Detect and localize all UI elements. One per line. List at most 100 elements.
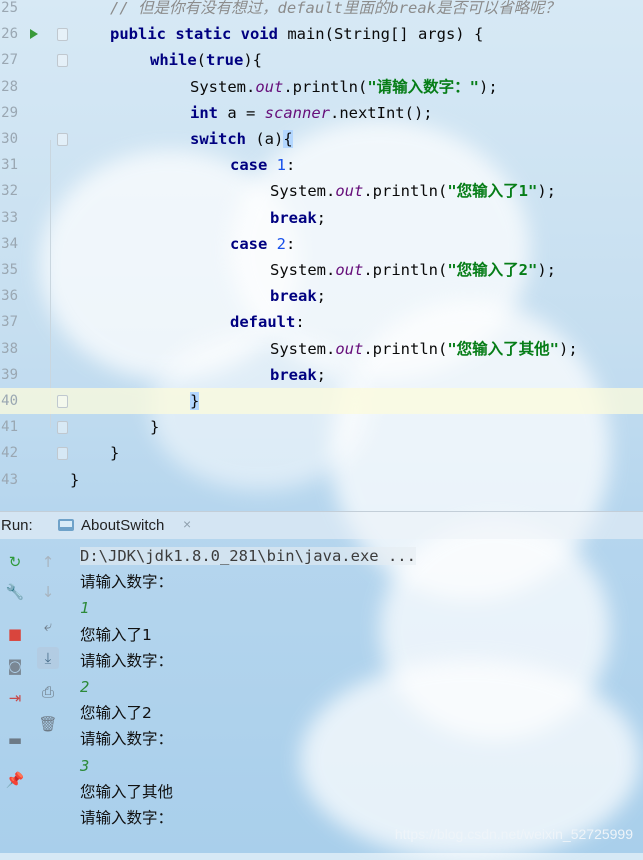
rerun-icon[interactable]: ↻ [4, 551, 26, 573]
line-number: 29 [1, 104, 18, 121]
code-line[interactable]: 27 while(true){ [0, 47, 643, 73]
close-icon[interactable]: × [183, 516, 191, 532]
code-token: : [295, 313, 305, 332]
code-token: System. [270, 261, 336, 279]
camera-icon[interactable]: ◙ [4, 655, 26, 677]
code-token: out [335, 339, 364, 358]
console-out-text: 请输入数字： [80, 809, 174, 828]
run-left-toolbar: ↻ 🔧 ■ ◙ ⇥ ▬ 📌 [0, 541, 30, 853]
code-line[interactable]: 42} [0, 440, 643, 466]
code-token: "请输入数字：" [367, 77, 479, 96]
code-token: ); [479, 77, 498, 96]
code-editor[interactable]: 25 // 但是你有没有想过，default里面的break是否可以省略呢？ 26 p… [0, 0, 643, 507]
code-line[interactable]: 35 System.out.println("您输入了2"); [0, 257, 643, 283]
code-line[interactable]: 34 case 2: [0, 231, 643, 257]
code-line[interactable]: 41} [0, 414, 643, 440]
code-token: .println( [363, 182, 448, 201]
code-line[interactable]: 25 // 但是你有没有想过，default里面的break是否可以省略呢？ [0, 0, 643, 21]
code-line[interactable]: 37 default: [0, 309, 643, 335]
code-text: System.out.println("您输入了2"); [270, 257, 556, 283]
console-line: 您输入了2 [80, 700, 416, 726]
scroll-to-end-icon[interactable]: ⤓ [37, 647, 59, 669]
code-token: ; [316, 365, 327, 384]
layout-icon[interactable]: ▬ [4, 729, 26, 751]
pin-icon[interactable]: 📌 [4, 769, 26, 791]
code-line[interactable]: 32 System.out.println("您输入了1"); [0, 178, 643, 204]
console-output[interactable]: D:\JDK\jdk1.8.0_281\bin\java.exe ... 请输入数… [80, 543, 416, 831]
line-number: 26 [1, 26, 18, 43]
console-out-text: 请输入数字： [80, 730, 174, 749]
code-token: public static void [110, 25, 288, 44]
down-arrow-icon[interactable]: ↓ [37, 581, 59, 603]
code-text: break; [270, 362, 326, 388]
code-line[interactable]: 39 break; [0, 362, 643, 388]
code-line[interactable]: 40} [0, 388, 643, 414]
code-line[interactable]: 28 System.out.println("请输入数字："); [0, 74, 643, 100]
fold-icon[interactable] [57, 28, 68, 42]
code-token: "您输入了其他" [447, 339, 559, 358]
fold-icon[interactable] [57, 447, 68, 461]
console-out-text: 您输入了其他 [80, 782, 174, 801]
line-number: 25 [1, 0, 18, 16]
code-line[interactable]: 26 public static void main(String[] args)… [0, 21, 643, 47]
line-number: 34 [1, 235, 18, 252]
code-token: ; [316, 287, 327, 306]
code-line[interactable]: 36 break; [0, 283, 643, 309]
fold-icon[interactable] [57, 54, 68, 68]
code-text: break; [270, 205, 326, 231]
code-text: System.out.println("请输入数字："); [190, 74, 498, 100]
code-token: out [335, 182, 364, 201]
code-token: true [206, 51, 244, 70]
up-arrow-icon[interactable]: ↑ [37, 551, 59, 573]
fold-icon[interactable] [57, 133, 68, 146]
console-out-text: 您输入了1 [80, 625, 152, 644]
run-tool-window-header: Run: AboutSwitch × [0, 511, 643, 539]
run-gutter-icon[interactable] [30, 29, 38, 40]
code-text: // 但是你有没有想过，default里面的break是否可以省略呢？ [110, 0, 560, 21]
code-token: break [270, 287, 317, 306]
wrench-icon[interactable]: 🔧 [4, 581, 26, 603]
code-token: case [230, 234, 277, 253]
run-right-toolbar: ↑ ↓ ⤶ ⤓ ⎙ 🗑 [33, 541, 63, 853]
code-line[interactable]: 43} [0, 467, 643, 493]
code-line[interactable]: 30 switch (a){ [0, 126, 643, 152]
line-number: 36 [1, 288, 18, 305]
code-token: : [286, 156, 296, 175]
console-line: 您输入了1 [80, 622, 416, 648]
console-line: 1 [80, 595, 416, 621]
code-token: : [286, 234, 296, 253]
code-line[interactable]: 38 System.out.println("您输入了其他"); [0, 336, 643, 362]
fold-icon[interactable] [57, 395, 68, 408]
console-in-text: 2 [80, 678, 90, 697]
code-token: scanner [264, 103, 330, 122]
print-icon[interactable]: ⎙ [37, 681, 59, 703]
code-token: "您输入了2" [447, 261, 538, 279]
code-token: } [110, 444, 120, 463]
code-token: System. [270, 182, 336, 201]
tab-label: AboutSwitch [81, 517, 165, 534]
console-line: 请输入数字： [80, 726, 416, 752]
exit-icon[interactable]: ⇥ [4, 687, 26, 709]
code-text: } [190, 388, 200, 414]
code-text: } [150, 414, 159, 440]
code-text: break; [270, 283, 326, 309]
code-line[interactable]: 33 break; [0, 205, 643, 231]
console-line: D:\JDK\jdk1.8.0_281\bin\java.exe ... [80, 543, 416, 569]
code-line[interactable]: 29 int a = scanner.nextInt(); [0, 100, 643, 126]
console-line: 请输入数字： [80, 805, 416, 831]
line-number: 28 [1, 78, 18, 95]
line-number: 31 [1, 157, 18, 174]
code-token: int [190, 103, 228, 122]
trash-icon[interactable]: 🗑 [37, 713, 59, 735]
code-text: switch (a){ [190, 126, 293, 152]
line-number: 40 [1, 393, 18, 409]
code-text: default: [230, 309, 305, 335]
code-line[interactable]: 31 case 1: [0, 152, 643, 178]
tab-aboutswitch[interactable]: AboutSwitch × [56, 512, 198, 539]
code-token: 2 [276, 234, 287, 253]
run-label: Run: [1, 517, 33, 534]
code-token: .nextInt(); [329, 103, 433, 122]
fold-icon[interactable] [57, 421, 68, 435]
stop-icon[interactable]: ■ [4, 623, 26, 645]
soft-wrap-icon[interactable]: ⤶ [37, 615, 59, 637]
